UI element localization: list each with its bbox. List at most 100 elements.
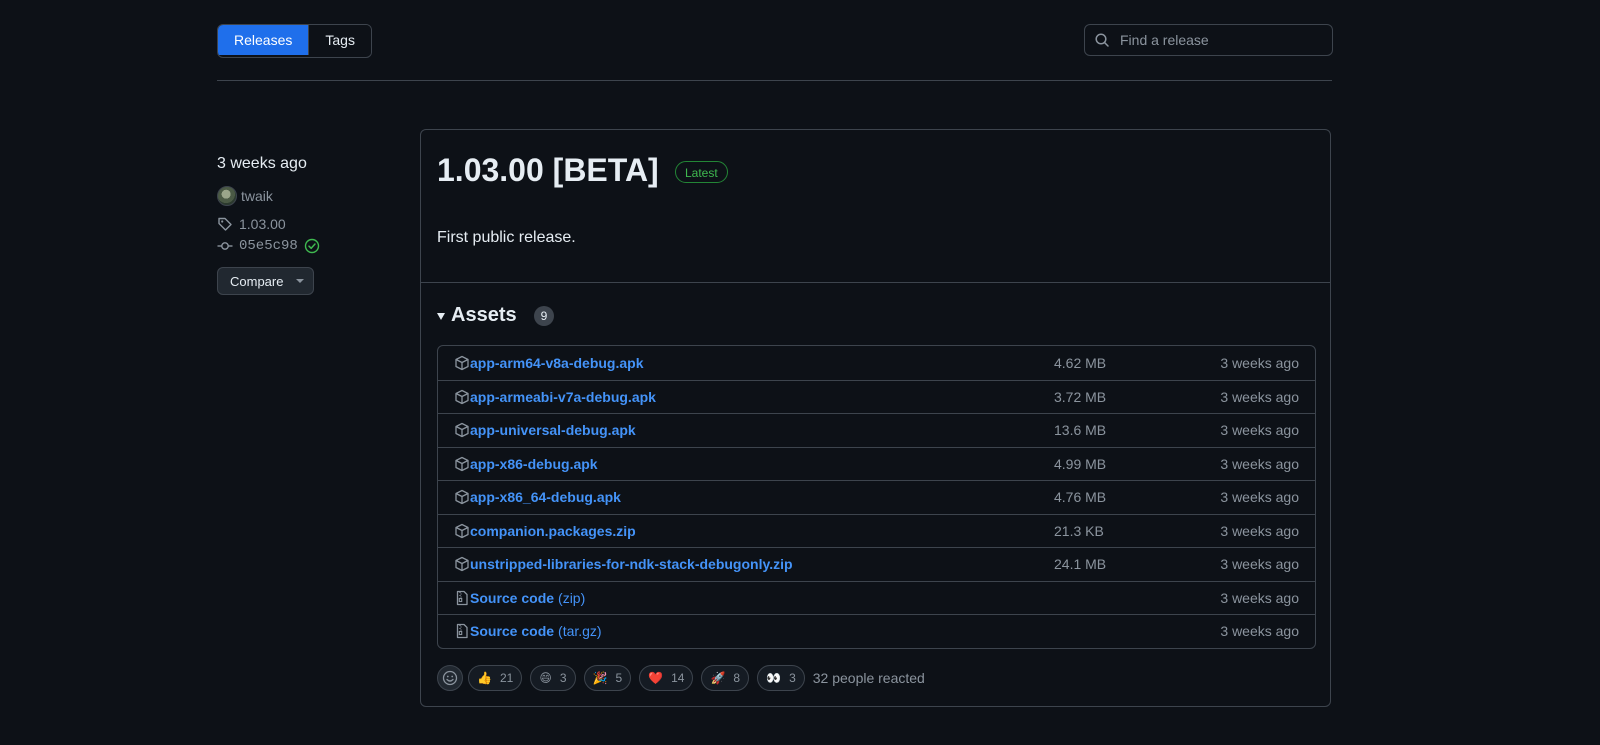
package-icon bbox=[454, 355, 470, 371]
asset-size: 24.1 MB bbox=[1054, 556, 1107, 573]
asset-size: 13.6 MB bbox=[1054, 422, 1107, 439]
tag-icon bbox=[218, 217, 232, 231]
asset-link[interactable]: app-x86-debug.apk bbox=[470, 456, 598, 472]
release-body: First public release. bbox=[437, 229, 576, 246]
release-author[interactable]: twaik bbox=[217, 186, 273, 206]
file-zip-icon bbox=[454, 623, 470, 639]
reaction-button[interactable]: 👍 21 bbox=[468, 665, 523, 691]
thumbs-up-icon: 👍 bbox=[477, 671, 492, 685]
assets-toggle[interactable]: Assets 9 bbox=[437, 304, 555, 327]
asset-name[interactable]: app-arm64-v8a-debug.apk bbox=[470, 355, 644, 371]
asset-link[interactable]: app-universal-debug.apk bbox=[470, 422, 636, 438]
reaction-button[interactable]: 👀 3 bbox=[757, 665, 805, 691]
add-reaction-button[interactable] bbox=[437, 665, 463, 691]
avatar[interactable] bbox=[217, 186, 237, 206]
commit-sha[interactable]: 05e5c98 bbox=[239, 238, 298, 254]
package-icon bbox=[454, 456, 470, 472]
reaction-count: 3 bbox=[559, 671, 567, 685]
rocket-icon: 🚀 bbox=[710, 671, 726, 685]
asset-link[interactable]: app-arm64-v8a-debug.apk bbox=[470, 355, 644, 371]
asset-format[interactable]: (tar.gz) bbox=[558, 623, 602, 639]
reaction-button[interactable]: ❤️ 14 bbox=[639, 665, 694, 691]
compare-button[interactable]: Compare bbox=[217, 267, 314, 295]
asset-time: 3 weeks ago bbox=[1220, 623, 1299, 640]
asset-time: 3 weeks ago bbox=[1220, 556, 1299, 573]
assets-count-badge: 9 bbox=[533, 305, 555, 326]
release-card: 1.03.00 [BETA] Latest First public relea… bbox=[420, 129, 1331, 707]
asset-row: app-x86_64-debug.apk 4.76 MB 3 weeks ago bbox=[438, 480, 1315, 514]
assets-list: app-arm64-v8a-debug.apk 4.62 MB 3 weeks ag… bbox=[437, 345, 1316, 649]
asset-name[interactable]: Source code bbox=[470, 623, 554, 639]
asset-format[interactable]: (zip) bbox=[558, 590, 585, 606]
asset-name[interactable]: companion.packages.zip bbox=[470, 523, 636, 539]
reaction-button[interactable]: 🚀 8 bbox=[701, 665, 750, 691]
package-icon bbox=[454, 523, 470, 539]
file-zip-icon bbox=[454, 590, 470, 606]
asset-time: 3 weeks ago bbox=[1220, 388, 1299, 405]
asset-size: 4.99 MB bbox=[1054, 455, 1107, 472]
asset-link[interactable]: companion.packages.zip bbox=[470, 523, 636, 539]
verified-check-icon[interactable] bbox=[304, 238, 320, 254]
asset-size: 21.3 KB bbox=[1054, 522, 1104, 539]
asset-size: 4.76 MB bbox=[1054, 489, 1107, 506]
asset-time: 3 weeks ago bbox=[1220, 589, 1299, 606]
reaction-count: 21 bbox=[499, 671, 514, 685]
tab-releases[interactable]: Releases bbox=[218, 25, 309, 55]
asset-row: unstripped-libraries-for-ndk-stack-debug… bbox=[438, 547, 1315, 581]
card-divider bbox=[421, 282, 1330, 283]
header-divider bbox=[217, 80, 1332, 81]
smiley-icon bbox=[442, 670, 458, 686]
git-commit-icon bbox=[217, 242, 233, 250]
latest-badge: Latest bbox=[675, 161, 728, 183]
asset-size: 4.62 MB bbox=[1054, 354, 1107, 371]
releases-page: Releases Tags 3 weeks ago twaik 1.03.00 … bbox=[0, 0, 1600, 745]
hooray-icon: 🎉 bbox=[592, 671, 608, 685]
reaction-count: 5 bbox=[615, 671, 623, 685]
asset-name[interactable]: unstripped-libraries-for-ndk-stack-debug… bbox=[470, 556, 793, 572]
release-title[interactable]: 1.03.00 [BETA] bbox=[437, 152, 659, 189]
asset-link[interactable]: Source code (zip) bbox=[470, 590, 585, 606]
asset-time: 3 weeks ago bbox=[1220, 354, 1299, 371]
asset-link[interactable]: app-x86_64-debug.apk bbox=[470, 489, 621, 505]
asset-time: 3 weeks ago bbox=[1220, 455, 1299, 472]
reaction-count: 3 bbox=[789, 671, 796, 685]
asset-name[interactable]: app-armeabi-v7a-debug.apk bbox=[470, 389, 656, 405]
triangle-down-icon bbox=[437, 313, 445, 320]
asset-link[interactable]: app-armeabi-v7a-debug.apk bbox=[470, 389, 656, 405]
reaction-button[interactable]: 😄 3 bbox=[530, 665, 576, 691]
release-tag[interactable]: 1.03.00 bbox=[217, 216, 286, 232]
author-name[interactable]: twaik bbox=[241, 188, 273, 204]
asset-time: 3 weeks ago bbox=[1220, 489, 1299, 506]
laugh-icon: 😄 bbox=[539, 671, 552, 685]
asset-name[interactable]: Source code bbox=[470, 590, 554, 606]
reactions-summary: 32 people reacted bbox=[812, 670, 925, 686]
package-icon bbox=[454, 422, 470, 438]
asset-name[interactable]: app-x86-debug.apk bbox=[470, 456, 598, 472]
package-icon bbox=[454, 389, 470, 405]
asset-row: Source code (tar.gz) 3 weeks ago bbox=[438, 614, 1315, 648]
release-search[interactable] bbox=[1084, 24, 1333, 56]
reaction-count: 14 bbox=[671, 671, 685, 685]
tag-label[interactable]: 1.03.00 bbox=[239, 216, 286, 232]
heart-icon: ❤️ bbox=[648, 671, 664, 685]
asset-row: app-armeabi-v7a-debug.apk 3.72 MB 3 weeks … bbox=[438, 379, 1315, 414]
search-icon bbox=[1095, 33, 1109, 47]
asset-size: 3.72 MB bbox=[1054, 388, 1107, 405]
release-date: 3 weeks ago bbox=[217, 155, 307, 172]
asset-name[interactable]: app-universal-debug.apk bbox=[470, 422, 636, 438]
reaction-button[interactable]: 🎉 5 bbox=[583, 665, 632, 691]
asset-time: 3 weeks ago bbox=[1220, 422, 1299, 439]
asset-row: app-universal-debug.apk 13.6 MB 3 weeks ag… bbox=[438, 413, 1315, 447]
reactions-bar: 👍 21 😄 3 🎉 5 ❤️ 14 🚀 8 👀 3 32 people reacted bbox=[437, 665, 925, 691]
release-commit[interactable]: 05e5c98 bbox=[217, 238, 320, 254]
releases-tags-switcher: Releases Tags bbox=[217, 24, 372, 58]
asset-link[interactable]: Source code (tar.gz) bbox=[470, 623, 602, 639]
tab-tags[interactable]: Tags bbox=[308, 25, 371, 55]
assets-heading: Assets bbox=[451, 304, 517, 326]
asset-link[interactable]: unstripped-libraries-for-ndk-stack-debug… bbox=[470, 556, 793, 572]
asset-row: app-x86-debug.apk 4.99 MB 3 weeks ago bbox=[438, 446, 1315, 481]
search-input[interactable] bbox=[1118, 31, 1322, 49]
asset-name[interactable]: app-x86_64-debug.apk bbox=[470, 489, 621, 505]
package-icon bbox=[454, 489, 470, 505]
asset-time: 3 weeks ago bbox=[1220, 522, 1299, 539]
